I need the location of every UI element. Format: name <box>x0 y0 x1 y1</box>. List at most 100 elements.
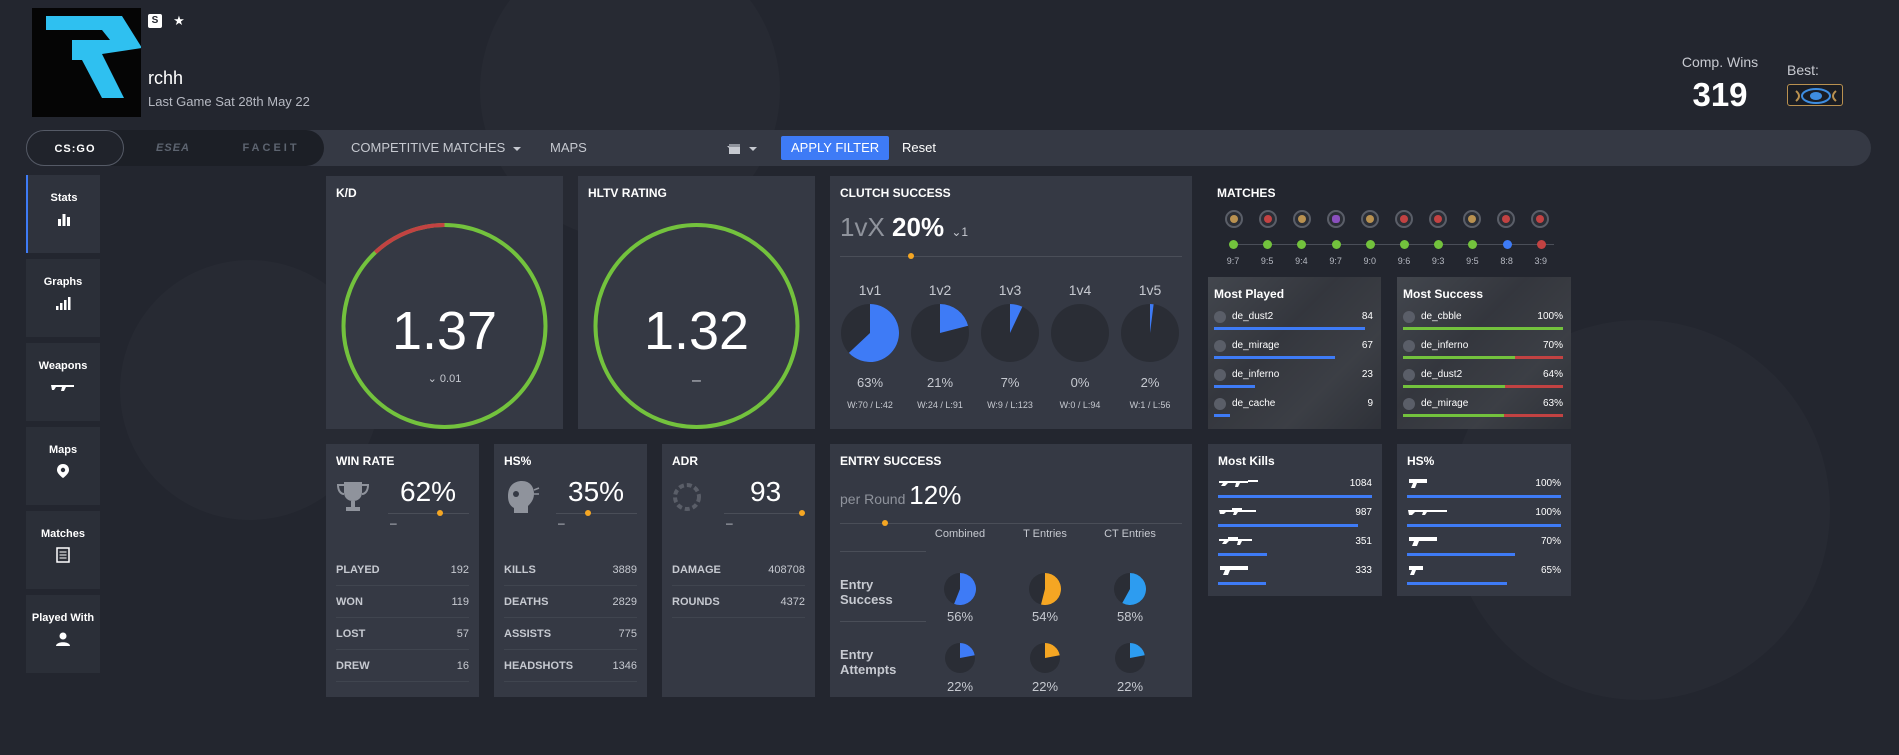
map-icon <box>1214 340 1226 352</box>
map-row[interactable]: de_inferno 23 <box>1214 367 1373 395</box>
star-icon[interactable]: ★ <box>172 14 186 28</box>
source-csgo[interactable]: CS:GO <box>26 130 124 166</box>
rank-badge-icon <box>1787 84 1843 106</box>
weapon-value: 351 <box>1355 536 1372 547</box>
match-rank-icon[interactable] <box>1531 210 1549 228</box>
map-row[interactable]: de_dust2 84 <box>1214 309 1373 337</box>
clutch-column-1v3: 1v3 7% W:9 / L:123 <box>980 282 1040 410</box>
map-name: de_inferno <box>1232 369 1280 380</box>
last-game: Last Game Sat 28th May 22 <box>148 94 310 109</box>
hs-marker <box>585 510 591 516</box>
reset-button[interactable]: Reset <box>902 130 936 166</box>
match-rank-icon[interactable] <box>1395 210 1413 228</box>
clutch-percent: 63% <box>856 375 884 390</box>
map-icon <box>1403 311 1415 323</box>
weapon-row[interactable]: 100% <box>1407 505 1561 533</box>
map-row[interactable]: de_cbble 100% <box>1403 309 1563 337</box>
maps-select[interactable]: MAPS <box>550 130 735 166</box>
weapon-row[interactable]: 987 <box>1218 505 1372 533</box>
match-rank-icon[interactable] <box>1225 210 1243 228</box>
map-row[interactable]: de_mirage 63% <box>1403 396 1563 424</box>
clutch-column-1v2: 1v2 21% W:24 / L:91 <box>910 282 970 410</box>
match-result-dot[interactable] <box>1536 240 1546 249</box>
match-result-dot[interactable] <box>1331 240 1341 249</box>
map-row[interactable]: de_inferno 70% <box>1403 338 1563 366</box>
match-rank-icon[interactable] <box>1497 210 1515 228</box>
map-name: de_dust2 <box>1232 311 1274 322</box>
nav-maps[interactable]: Maps <box>26 427 100 505</box>
clutch-percent: 0% <box>1070 375 1090 390</box>
weapon-value: 100% <box>1535 478 1561 489</box>
weapon-row[interactable]: 333 <box>1218 563 1372 591</box>
weapon-row[interactable]: 65% <box>1407 563 1561 591</box>
map-row[interactable]: de_dust2 64% <box>1403 367 1563 395</box>
match-result-dot[interactable] <box>1400 240 1409 249</box>
stat-label: ASSISTS <box>504 627 552 640</box>
match-rank-icon[interactable] <box>1361 210 1379 228</box>
date-picker[interactable] <box>728 130 757 166</box>
match-result-dot[interactable] <box>1434 240 1444 249</box>
nav-matches[interactable]: Matches <box>26 511 100 589</box>
stat-value: 775 <box>618 627 637 640</box>
clutch-pie <box>1120 304 1180 367</box>
map-row[interactable]: de_cache 9 <box>1214 396 1373 424</box>
nav-label: Played With <box>31 612 95 624</box>
clutch-sub-value: 1 <box>961 225 969 239</box>
match-result-dot[interactable] <box>1229 240 1238 249</box>
stat-row: HEADSHOTS 1346 <box>504 650 637 682</box>
match-result-dot[interactable] <box>1468 240 1478 249</box>
nav-stats[interactable]: Stats <box>26 175 100 253</box>
match-type-select[interactable]: COMPETITIVE MATCHES <box>351 130 522 166</box>
clutch-summary: 1vX 20% ⌄1 <box>840 212 968 243</box>
map-row[interactable]: de_mirage 67 <box>1214 338 1373 366</box>
match-result-dot[interactable] <box>1365 240 1375 249</box>
entry-pie-chart <box>945 643 975 673</box>
match-rank-icon[interactable] <box>1259 210 1277 228</box>
weapon-row[interactable]: 100% <box>1407 476 1561 504</box>
match-rank-icon[interactable] <box>1463 210 1481 228</box>
entry-pie <box>1115 643 1145 678</box>
nav-label: Maps <box>48 444 78 456</box>
map-icon <box>1403 398 1415 410</box>
per-round-value: 12% <box>909 480 962 510</box>
clutch-pie-chart <box>981 304 1039 362</box>
clutch-percent: 7% <box>1000 375 1020 390</box>
hs-weapons-card: HS% 100% 100% 70% 65% <box>1397 444 1571 596</box>
match-result-dot[interactable] <box>1502 240 1512 249</box>
map-icon <box>1214 369 1226 381</box>
stat-value: 16 <box>456 659 469 672</box>
map-bar <box>1403 385 1506 388</box>
match-score: 9:4 <box>1295 256 1308 266</box>
best-label: Best: <box>1787 62 1819 78</box>
weapon-value: 1084 <box>1349 478 1372 489</box>
nav-label: Matches <box>40 528 86 540</box>
map-icon <box>1403 340 1415 352</box>
clutch-sub: ⌄1 <box>951 225 968 239</box>
match-result-dot[interactable] <box>1263 240 1273 249</box>
nav-weapons[interactable]: Weapons <box>26 343 100 421</box>
nav-graphs[interactable]: Graphs <box>26 259 100 337</box>
match-rank-icon[interactable] <box>1293 210 1311 228</box>
weapon-row[interactable]: 1084 <box>1218 476 1372 504</box>
source-faceit[interactable]: FACEIT <box>222 130 320 166</box>
match-result-dot[interactable] <box>1297 240 1307 249</box>
map-bar <box>1214 356 1335 359</box>
clutch-column-1v4: 1v4 0% W:0 / L:94 <box>1050 282 1110 410</box>
apply-filter-button[interactable]: APPLY FILTER <box>781 136 890 160</box>
nav-played-with[interactable]: Played With <box>26 595 100 673</box>
clutch-card: CLUTCH SUCCESS 1vX 20% ⌄1 1v1 63% W:70 / L… <box>830 176 1192 429</box>
weapon-row[interactable]: 70% <box>1407 534 1561 562</box>
clutch-title: CLUTCH SUCCESS <box>840 186 951 200</box>
weapon-row[interactable]: 351 <box>1218 534 1372 562</box>
glock-icon <box>1409 566 1423 575</box>
match-rank-icon[interactable] <box>1429 210 1447 228</box>
matches-title: MATCHES <box>1217 186 1276 200</box>
entry-percent: 22% <box>1031 679 1059 694</box>
entry-pie-chart <box>1114 573 1146 605</box>
steam-icon[interactable]: S <box>148 14 162 28</box>
match-rank-icon[interactable] <box>1327 210 1345 228</box>
stat-value: 3889 <box>612 563 637 576</box>
weapon-bar <box>1218 495 1372 498</box>
list-icon <box>56 547 70 563</box>
source-esea[interactable]: ESEA <box>124 130 222 166</box>
